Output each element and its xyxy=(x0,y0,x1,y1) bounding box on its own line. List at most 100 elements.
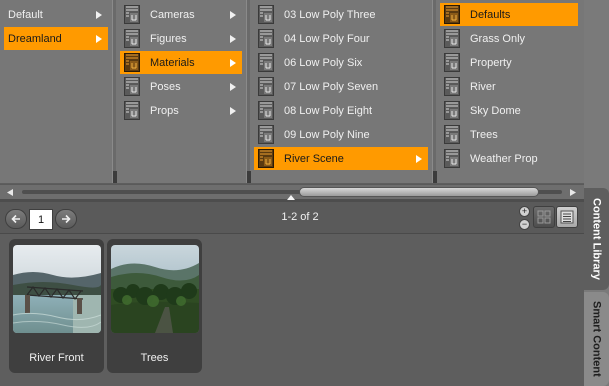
column-divider-2[interactable] xyxy=(246,0,251,183)
content-browser: Default Dreamland Cameras Figures Materials… xyxy=(0,0,584,183)
browser-item-label: Default xyxy=(8,8,43,21)
browser-item-label: 07 Low Poly Seven xyxy=(284,80,379,93)
thumbnail-card-trees[interactable]: Trees xyxy=(107,239,202,373)
browser-item-weather-prop[interactable]: Weather Prop xyxy=(440,147,578,170)
scroll-thumb[interactable] xyxy=(299,187,539,197)
chevron-right-icon xyxy=(230,27,236,50)
browser-item-label: River Scene xyxy=(284,152,344,165)
folder-doc-icon xyxy=(124,53,140,72)
browser-item-trees[interactable]: Trees xyxy=(440,123,578,146)
column-divider-3[interactable] xyxy=(432,0,437,183)
browser-item-cameras[interactable]: Cameras xyxy=(120,3,242,26)
browser-item-default[interactable]: Default xyxy=(4,3,108,26)
result-count: 1-2 of 2 xyxy=(281,211,319,223)
browser-item-label: 04 Low Poly Four xyxy=(284,32,370,45)
chevron-right-icon xyxy=(96,27,102,50)
zoom-out-button[interactable]: − xyxy=(519,219,530,230)
browser-item-label: Props xyxy=(150,104,179,117)
chevron-right-icon xyxy=(230,51,236,74)
browser-item-09-low-poly-nine[interactable]: 09 Low Poly Nine xyxy=(254,123,428,146)
thumbnail-card-river-front[interactable]: River Front xyxy=(9,239,104,373)
tab-smart-content[interactable]: Smart Content xyxy=(584,292,609,386)
results-area: River Front Trees xyxy=(0,234,584,386)
list-view-icon xyxy=(560,210,574,224)
chevron-right-icon xyxy=(416,147,422,170)
browser-item-label: Figures xyxy=(150,32,187,45)
browser-item-label: Poses xyxy=(150,80,181,93)
browser-item-label: Property xyxy=(470,56,512,69)
browser-item-08-low-poly-eight[interactable]: 08 Low Poly Eight xyxy=(254,99,428,122)
trees-thumbnail[interactable] xyxy=(111,245,199,333)
chevron-right-icon xyxy=(96,3,102,26)
splitter-grip-icon[interactable] xyxy=(287,195,295,200)
browser-item-label: 08 Low Poly Eight xyxy=(284,104,373,117)
browser-item-label: Trees xyxy=(470,128,498,141)
browser-item-label: Weather Prop xyxy=(470,152,538,165)
column-divider-1[interactable] xyxy=(112,0,117,183)
browser-item-07-low-poly-seven[interactable]: 07 Low Poly Seven xyxy=(254,75,428,98)
scroll-left-icon[interactable] xyxy=(3,185,17,199)
browser-item-label: Grass Only xyxy=(470,32,526,45)
browser-column-3: 03 Low Poly Three 04 Low Poly Four 06 Low … xyxy=(254,0,428,183)
browser-item-label: 03 Low Poly Three xyxy=(284,8,376,21)
tab-label: Smart Content xyxy=(590,301,603,377)
folder-doc-icon xyxy=(444,5,460,24)
scroll-right-icon[interactable] xyxy=(566,185,580,199)
folder-doc-icon xyxy=(444,149,460,168)
folder-doc-icon xyxy=(258,149,274,168)
browser-item-defaults[interactable]: Defaults xyxy=(440,3,578,26)
browser-column-4: Defaults Grass Only Property River Sky Dome T… xyxy=(440,0,578,183)
browser-item-dreamland[interactable]: Dreamland xyxy=(4,27,108,50)
browser-item-label: Cameras xyxy=(150,8,195,21)
folder-doc-icon xyxy=(258,53,274,72)
browser-item-river-scene[interactable]: River Scene xyxy=(254,147,428,170)
folder-doc-icon xyxy=(258,29,274,48)
folder-doc-icon xyxy=(258,5,274,24)
browser-item-label: Sky Dome xyxy=(470,104,521,117)
browser-item-grass-only[interactable]: Grass Only xyxy=(440,27,578,50)
folder-doc-icon xyxy=(258,77,274,96)
browser-item-04-low-poly-four[interactable]: 04 Low Poly Four xyxy=(254,27,428,50)
browser-item-materials[interactable]: Materials xyxy=(120,51,242,74)
browser-item-figures[interactable]: Figures xyxy=(120,27,242,50)
tab-label: Content Library xyxy=(590,198,603,280)
browser-item-03-low-poly-three[interactable]: 03 Low Poly Three xyxy=(254,3,428,26)
folder-doc-icon xyxy=(444,101,460,120)
tab-content-library[interactable]: Content Library xyxy=(584,188,609,290)
folder-doc-icon xyxy=(124,101,140,120)
results-toolbar: 1 1-2 of 2 + − xyxy=(0,202,584,234)
folder-doc-icon xyxy=(124,77,140,96)
chevron-right-icon xyxy=(230,99,236,122)
browser-item-sky-dome[interactable]: Sky Dome xyxy=(440,99,578,122)
river-front-thumbnail[interactable] xyxy=(13,245,101,333)
browser-item-props[interactable]: Props xyxy=(120,99,242,122)
list-view-button[interactable] xyxy=(556,206,578,228)
folder-doc-icon xyxy=(124,29,140,48)
folder-doc-icon xyxy=(444,53,460,72)
chevron-right-icon xyxy=(230,3,236,26)
grid-view-button[interactable] xyxy=(533,206,555,228)
browser-item-label: 06 Low Poly Six xyxy=(284,56,363,69)
folder-doc-icon xyxy=(258,101,274,120)
folder-doc-icon xyxy=(124,5,140,24)
zoom-in-button[interactable]: + xyxy=(519,206,530,217)
browser-column-1: Default Dreamland xyxy=(4,0,108,183)
folder-doc-icon xyxy=(444,125,460,144)
chevron-right-icon xyxy=(230,75,236,98)
grid-view-icon xyxy=(537,210,551,224)
browser-item-label: River xyxy=(470,80,496,93)
browser-item-label: Defaults xyxy=(470,8,511,21)
folder-doc-icon xyxy=(258,125,274,144)
browser-item-label: Dreamland xyxy=(8,32,62,45)
browser-item-poses[interactable]: Poses xyxy=(120,75,242,98)
browser-column-2: Cameras Figures Materials Poses Props xyxy=(120,0,242,183)
thumbnail-label: River Front xyxy=(29,352,84,364)
browser-item-06-low-poly-six[interactable]: 06 Low Poly Six xyxy=(254,51,428,74)
folder-doc-icon xyxy=(444,29,460,48)
browser-item-label: Materials xyxy=(150,56,195,69)
folder-doc-icon xyxy=(444,77,460,96)
browser-item-label: 09 Low Poly Nine xyxy=(284,128,370,141)
browser-item-river[interactable]: River xyxy=(440,75,578,98)
browser-item-property[interactable]: Property xyxy=(440,51,578,74)
thumbnail-zoom: + − xyxy=(519,206,531,232)
